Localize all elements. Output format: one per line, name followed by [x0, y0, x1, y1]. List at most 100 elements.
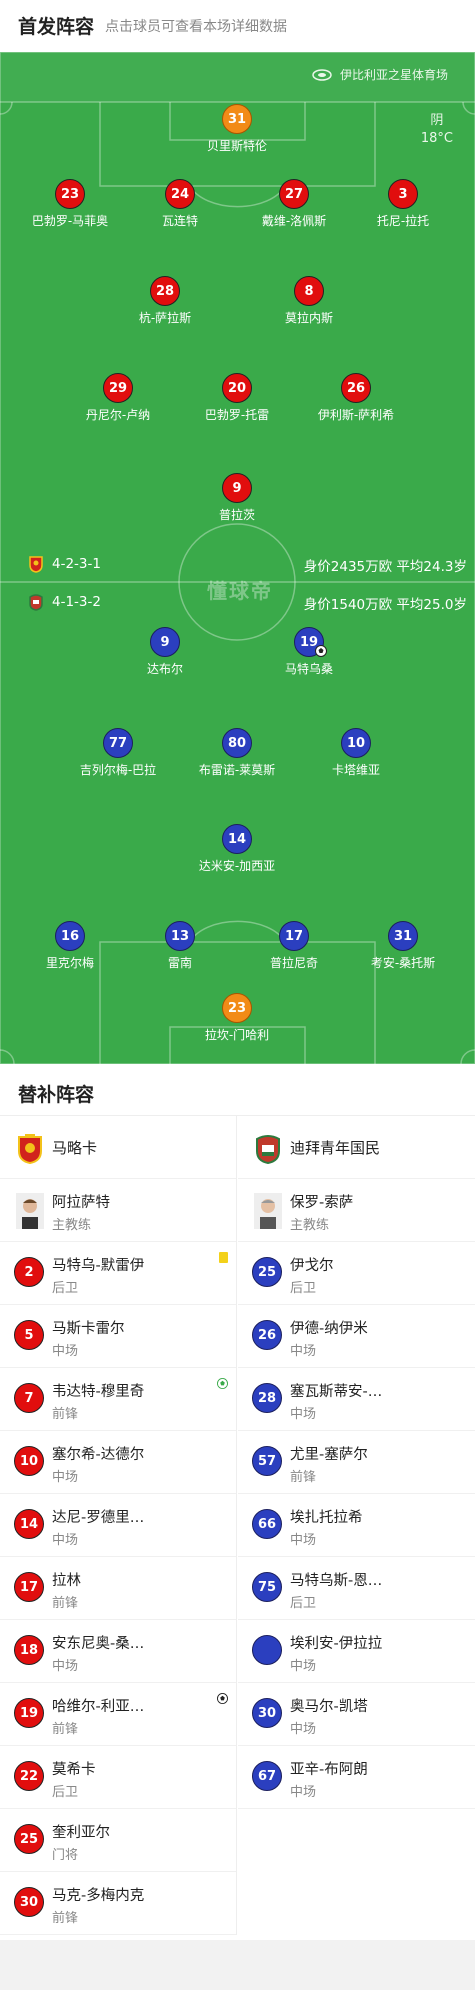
home-value: 身价2435万欧 平均24.3岁	[303, 559, 467, 575]
player-position: 后卫	[52, 1785, 79, 1800]
goal-ball-icon	[217, 1693, 228, 1704]
sub-player-row[interactable]: 30 奥马尔-凯塔 中场	[238, 1683, 475, 1746]
away-player[interactable]: 13 雷南	[120, 921, 240, 971]
away-player[interactable]: 31 考安-桑托斯	[343, 921, 463, 971]
goal-ball-icon	[315, 645, 327, 657]
sub-player-row[interactable]: 75 马特乌斯-恩… 后卫	[238, 1557, 475, 1620]
coach-row[interactable]: 阿拉萨特 主教练	[0, 1179, 236, 1242]
player-name: 奥马尔-凯塔	[290, 1699, 368, 1715]
home-player[interactable]: 20 巴勃罗-托雷	[177, 373, 297, 423]
sub-player-row[interactable]: 22 莫希卡后卫	[0, 1746, 236, 1809]
home-player[interactable]: 3 托尼-拉托	[343, 179, 463, 229]
sub-player-row[interactable]: 17 拉林 前锋	[0, 1557, 236, 1620]
player-name: 丹尼尔-卢纳	[85, 408, 151, 422]
mallorca-crest-icon	[29, 556, 43, 573]
player-number: 80	[222, 728, 252, 758]
sub-player-row[interactable]: 30 马克-多梅内克 前锋	[0, 1872, 236, 1935]
home-team-row[interactable]: 马略卡	[0, 1116, 236, 1179]
substitutes-title: 替补阵容	[0, 1064, 475, 1116]
home-player[interactable]: 9 普拉茨	[177, 473, 297, 523]
player-position: 前锋	[290, 1470, 317, 1485]
away-player[interactable]: 16 里克尔梅	[10, 921, 130, 971]
sub-player-row[interactable]: 28 塞瓦斯蒂安-… 中场	[238, 1368, 475, 1431]
player-number: 9	[222, 473, 252, 503]
player-number: 18	[14, 1635, 44, 1665]
home-player[interactable]: 8 莫拉内斯	[249, 276, 369, 326]
player-name: 戴维-洛佩斯	[261, 214, 327, 228]
player-name: 马克-多梅内克	[52, 1888, 145, 1904]
bottom-spacer	[0, 1940, 475, 1990]
sub-player-row[interactable]: 10 塞尔希-达德尔 中场	[0, 1431, 236, 1494]
sub-player-row[interactable]: 18 安东尼奥-桑… 中场	[0, 1620, 236, 1683]
away-player[interactable]: 19 马特乌桑	[249, 627, 369, 677]
player-name: 普拉尼奇	[269, 956, 318, 970]
goal-ball-icon	[217, 1378, 228, 1389]
player-number: 30	[252, 1698, 282, 1728]
player-name: 巴勃罗-托雷	[204, 408, 270, 422]
player-position: 中场	[52, 1344, 79, 1359]
player-number: 3	[388, 179, 418, 209]
away-player[interactable]: 9 达布尔	[105, 627, 225, 677]
sub-player-row[interactable]: 埃利安-伊拉拉 中场	[238, 1620, 475, 1683]
home-player[interactable]: 28 杭-萨拉斯	[105, 276, 225, 326]
away-player[interactable]: 23 拉坎-门哈利	[177, 993, 297, 1043]
player-number: 10	[341, 728, 371, 758]
player-position: 后卫	[290, 1596, 317, 1611]
coach-row[interactable]: 保罗-索萨 主教练	[238, 1179, 475, 1242]
player-name: 贝里斯特伦	[206, 139, 267, 153]
away-player[interactable]: 17 普拉尼奇	[234, 921, 354, 971]
sub-player-row[interactable]: 7 韦达特-穆里奇 前锋	[0, 1368, 236, 1431]
player-position: 中场	[290, 1344, 317, 1359]
player-number: 22	[14, 1761, 44, 1791]
player-name: 亚辛-布阿朗	[290, 1762, 368, 1778]
player-number: 17	[279, 921, 309, 951]
player-number: 17	[14, 1572, 44, 1602]
away-player[interactable]: 80 布雷诺-莱莫斯	[177, 728, 297, 778]
sub-player-row[interactable]: 25 奎利亚尔 门将	[0, 1809, 236, 1872]
sub-player-row[interactable]: 57 尤里-塞萨尔 前锋	[238, 1431, 475, 1494]
home-player[interactable]: 26 伊利斯-萨利希	[296, 373, 416, 423]
sub-player-row[interactable]: 67 亚辛-布阿朗 中场	[238, 1746, 475, 1809]
player-number: 28	[150, 276, 180, 306]
player-name: 安东尼奥-桑…	[52, 1636, 145, 1652]
player-name: 拉林	[52, 1573, 81, 1589]
away-team-info: 4-1-3-2	[28, 593, 101, 611]
player-number: 25	[252, 1257, 282, 1287]
home-player[interactable]: 31 贝里斯特伦	[177, 104, 297, 154]
weather: 阴 18°C	[421, 112, 453, 148]
sub-player-row[interactable]: 19 哈维尔-利亚… 前锋	[0, 1683, 236, 1746]
player-number: 23	[222, 993, 252, 1023]
sub-player-row[interactable]: 25 伊戈尔 后卫	[238, 1242, 475, 1305]
coach-name: 保罗-索萨	[290, 1195, 354, 1211]
sub-player-row[interactable]: 14 达尼-罗德里… 中场	[0, 1494, 236, 1557]
home-player[interactable]: 27 戴维-洛佩斯	[234, 179, 354, 229]
player-number: 20	[222, 373, 252, 403]
away-player[interactable]: 77 吉列尔梅-巴拉	[58, 728, 178, 778]
weather-condition: 阴	[430, 113, 444, 128]
away-player[interactable]: 14 达米安-加西亚	[177, 824, 297, 874]
home-player[interactable]: 23 巴勃罗-马菲奥	[10, 179, 130, 229]
player-name: 马特乌斯-恩…	[290, 1573, 383, 1589]
player-number: 23	[55, 179, 85, 209]
player-name: 布雷诺-莱莫斯	[198, 763, 276, 777]
player-number: 8	[294, 276, 324, 306]
player-name: 马特乌桑	[284, 662, 333, 676]
player-name: 奎利亚尔	[52, 1825, 110, 1841]
coach-role: 主教练	[290, 1218, 330, 1233]
home-player[interactable]: 24 瓦连特	[120, 179, 240, 229]
sub-player-row[interactable]: 26 伊德-纳伊米 中场	[238, 1305, 475, 1368]
player-name: 达布尔	[146, 662, 183, 676]
player-number: 16	[55, 921, 85, 951]
player-number	[252, 1635, 282, 1665]
sub-player-row[interactable]: 2 马特乌-默雷伊 后卫	[0, 1242, 236, 1305]
player-number: 30	[14, 1887, 44, 1917]
coach-avatar	[16, 1193, 44, 1229]
sub-player-row[interactable]: 66 埃扎托拉希 中场	[238, 1494, 475, 1557]
away-team-row[interactable]: 迪拜青年国民	[238, 1116, 475, 1179]
away-player[interactable]: 10 卡塔维亚	[296, 728, 416, 778]
sub-player-row[interactable]: 5 马斯卡雷尔 中场	[0, 1305, 236, 1368]
team-name: 迪拜青年国民	[290, 1139, 381, 1157]
home-player[interactable]: 29 丹尼尔-卢纳	[58, 373, 178, 423]
player-name: 莫希卡	[52, 1762, 96, 1778]
player-number: 14	[14, 1509, 44, 1539]
